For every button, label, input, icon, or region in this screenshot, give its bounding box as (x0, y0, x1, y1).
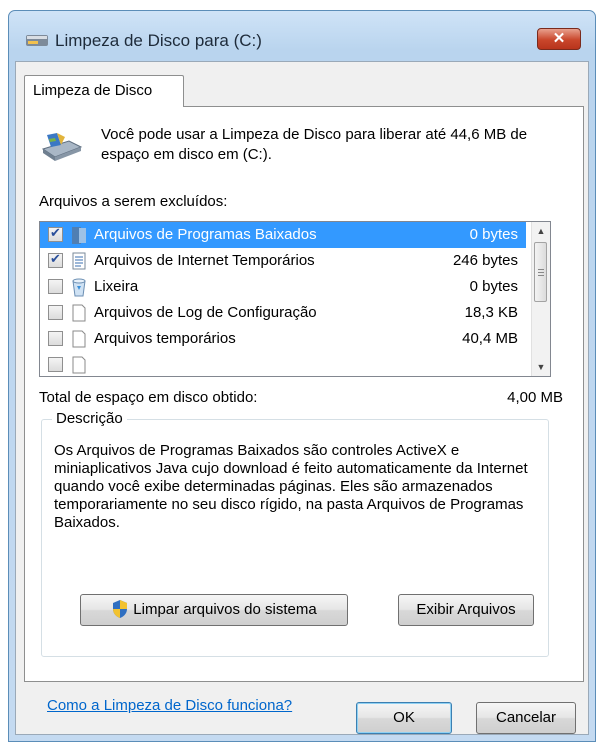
description-legend: Descrição (52, 410, 127, 427)
list-item-partial[interactable] (40, 352, 526, 376)
total-space-label: Total de espaço em disco obtido: (39, 389, 258, 406)
item-name: Arquivos temporários (94, 330, 236, 347)
intro-text: Você pode usar a Limpeza de Disco para l… (101, 126, 528, 163)
cancel-button[interactable]: Cancelar (476, 702, 576, 734)
checkbox[interactable] (48, 279, 63, 294)
list-item[interactable]: Arquivos de Internet Temporários 246 byt… (40, 248, 526, 274)
checkbox[interactable] (48, 225, 63, 242)
ok-button[interactable]: OK (356, 702, 452, 734)
item-size: 18,3 KB (464, 304, 518, 321)
checkbox[interactable] (48, 251, 63, 268)
item-size: 246 bytes (452, 252, 518, 269)
disk-cleanup-app-icon (26, 35, 48, 46)
scroll-down-arrow-icon[interactable]: ▼ (532, 358, 550, 376)
total-space-value: 4,00 MB (507, 389, 563, 406)
tab-panel: Você pode usar a Limpeza de Disco para l… (24, 106, 584, 714)
item-name: Arquivos de Internet Temporários (94, 252, 315, 269)
clean-system-files-button[interactable]: Limpar arquivos do sistema (80, 594, 348, 626)
list-item[interactable]: Arquivos de Log de Configuração 18,3 KB (40, 300, 526, 326)
document-icon (72, 252, 86, 270)
list-item[interactable]: Lixeira 0 bytes (40, 274, 526, 300)
files-listbox[interactable]: Arquivos de Programas Baixados 0 bytes A… (39, 221, 551, 377)
dialog-client-area: Limpeza de Disco Você pode usar a Limpez… (15, 61, 589, 735)
close-button[interactable]: ✕ (537, 28, 581, 50)
help-link[interactable]: Como a Limpeza de Disco funciona? (47, 697, 292, 714)
disk-cleanup-icon (41, 133, 83, 161)
view-files-button[interactable]: Exibir Arquivos (398, 594, 534, 626)
folder-icon (72, 227, 86, 244)
window-title: Limpeza de Disco para (C:) (55, 31, 262, 50)
blank-file-icon (72, 330, 86, 348)
tab-disk-cleanup[interactable]: Limpeza de Disco (24, 75, 184, 107)
list-scrollbar[interactable]: ▲ ▼ (531, 222, 550, 376)
scroll-up-arrow-icon[interactable]: ▲ (532, 222, 550, 240)
list-item[interactable]: Arquivos temporários 40,4 MB (40, 326, 526, 352)
uac-shield-icon (113, 599, 128, 618)
files-to-delete-label: Arquivos a serem excluídos: (39, 193, 228, 210)
clean-system-files-label: Limpar arquivos do sistema (133, 601, 317, 618)
checkbox[interactable] (48, 331, 63, 346)
item-name: Lixeira (94, 278, 139, 295)
item-name: Arquivos de Programas Baixados (94, 226, 317, 243)
blank-file-icon (72, 304, 86, 322)
disk-cleanup-window: Limpeza de Disco para (C:) ✕ Limpeza de … (8, 10, 596, 742)
list-item[interactable]: Arquivos de Programas Baixados 0 bytes (40, 222, 526, 248)
item-size: 0 bytes (469, 226, 518, 243)
scrollbar-thumb[interactable] (534, 242, 547, 302)
checkbox[interactable] (48, 357, 63, 372)
title-bar[interactable]: Limpeza de Disco para (C:) ✕ (9, 11, 595, 61)
item-size: 40,4 MB (462, 330, 518, 347)
checkbox[interactable] (48, 305, 63, 320)
item-size: 0 bytes (469, 278, 518, 295)
item-name: Arquivos de Log de Configuração (94, 304, 317, 321)
description-text: Os Arquivos de Programas Baixados são co… (54, 442, 528, 531)
recycle-bin-icon (72, 278, 86, 297)
description-group: Descrição Os Arquivos de Programas Baixa… (41, 410, 549, 657)
blank-file-icon (72, 356, 86, 374)
